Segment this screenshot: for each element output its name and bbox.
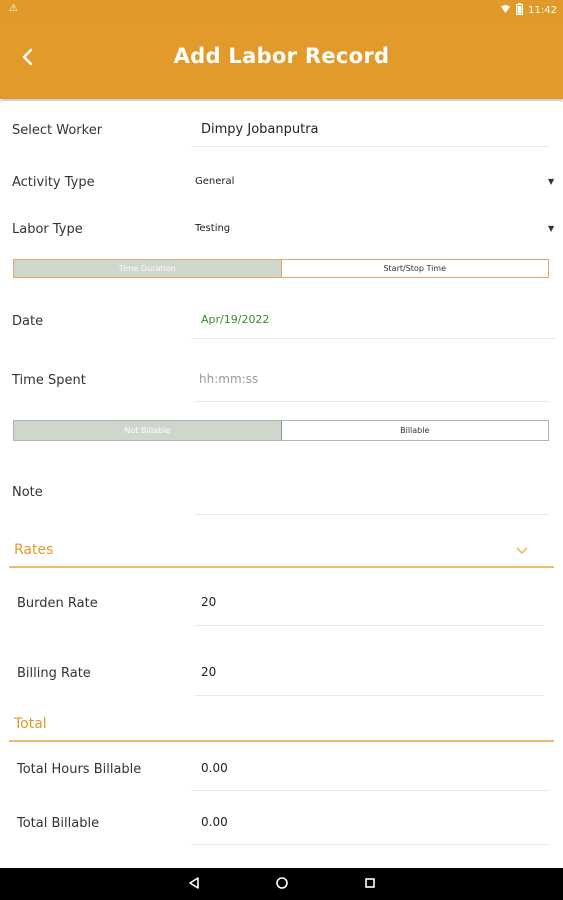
app-bar: Add Labor Record [0,20,563,99]
note-underline [195,514,549,515]
start-stop-time-tab[interactable]: Start/Stop Time [280,260,549,277]
burden-rate-label: Burden Rate [17,596,98,611]
total-billable-value: 0.00 [201,815,228,829]
form-content: Select Worker Dimpy Jobanputra Activity … [3,101,560,867]
warning-icon: ⚠ [9,3,18,14]
page-title: Add Labor Record [173,44,390,68]
billable-segmented-control: Not Billable Billable [13,420,549,441]
worker-field[interactable]: Dimpy Jobanputra [201,122,319,137]
rates-divider [9,566,554,568]
note-label: Note [12,485,43,500]
time-duration-tab[interactable]: Time Duration [14,260,281,277]
total-section-title: Total [14,716,47,732]
billing-rate-label: Billing Rate [17,666,91,681]
chevron-down-icon [515,541,529,560]
rates-toggle-button[interactable] [515,541,529,560]
status-right: 11:42 [500,3,557,18]
nav-home-button[interactable] [273,875,291,893]
date-field[interactable]: Apr/19/2022 [201,313,269,326]
time-spent-label: Time Spent [12,373,86,388]
nav-home-icon [275,875,289,894]
nav-recents-button[interactable] [361,875,379,893]
time-mode-segmented-control: Time Duration Start/Stop Time [13,259,549,278]
labor-type-select[interactable]: Testing [195,223,230,234]
labor-type-label: Labor Type [12,222,83,237]
status-bar: ⚠ 11:42 [0,0,563,20]
time-spent-underline [195,401,549,402]
billing-rate-underline [195,695,544,696]
activity-type-dropdown-icon[interactable]: ▼ [548,177,554,186]
battery-icon [516,3,524,18]
system-nav-bar [0,868,563,900]
burden-rate-underline [195,625,544,626]
billing-rate-input[interactable]: 20 [201,665,216,679]
activity-type-select[interactable]: General [195,176,234,187]
total-hours-underline [191,790,549,791]
labor-type-dropdown-icon[interactable]: ▼ [548,224,554,233]
total-hours-billable-label: Total Hours Billable [17,762,142,777]
date-label: Date [12,314,44,329]
clock-time: 11:42 [528,5,557,16]
activity-type-label: Activity Type [12,175,95,190]
billable-tab[interactable]: Billable [280,421,549,440]
time-spent-input[interactable]: hh:mm:ss [199,372,258,386]
total-divider [9,740,554,742]
date-underline [191,338,555,339]
rates-section-title: Rates [14,542,54,558]
worker-underline [191,146,549,147]
total-hours-billable-value: 0.00 [201,761,228,775]
not-billable-tab[interactable]: Not Billable [14,421,281,440]
worker-label: Select Worker [12,123,103,138]
nav-back-icon [187,875,201,894]
burden-rate-input[interactable]: 20 [201,595,216,609]
nav-back-button[interactable] [185,875,203,893]
wifi-icon [500,4,511,18]
total-billable-label: Total Billable [17,816,100,831]
total-billable-underline [191,844,549,845]
nav-recents-icon [363,875,377,894]
